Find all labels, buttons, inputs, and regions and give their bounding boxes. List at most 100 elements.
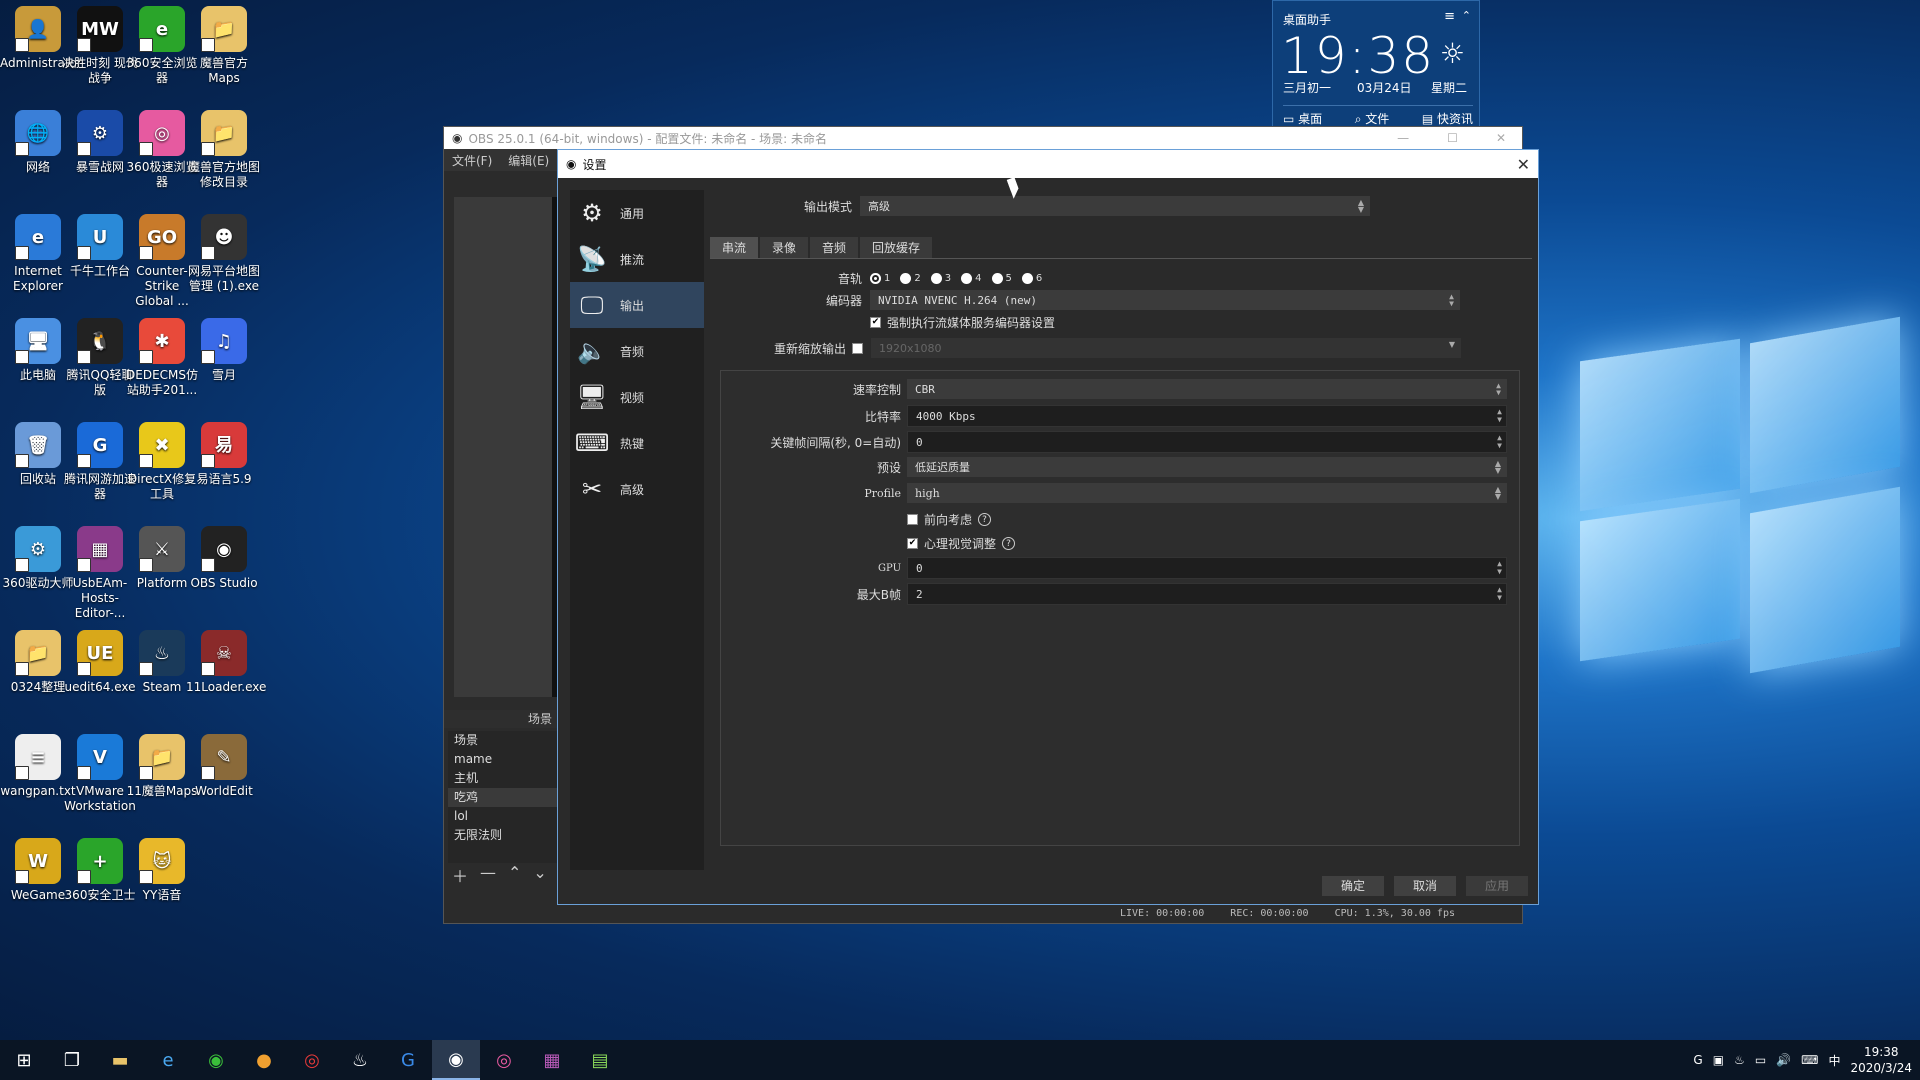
output-tab[interactable]: 回放缓存 [860, 237, 933, 258]
desktop-icon[interactable]: ☻ 网易平台地图管理 (1).exe [186, 208, 262, 294]
task-view-icon[interactable]: ❐ [48, 1040, 96, 1080]
ok-button[interactable]: 确定 [1322, 876, 1384, 896]
scene-list-item[interactable]: 吃鸡 [448, 788, 558, 807]
sidebar-item-label: 高级 [620, 482, 645, 497]
move-up-icon[interactable]: ⌃ [508, 863, 521, 887]
output-tab[interactable]: 音频 [810, 237, 859, 258]
audio-track-radio[interactable]: 5 [991, 273, 1012, 284]
add-icon[interactable]: ＋ [452, 863, 468, 887]
audio-track-radio[interactable]: 2 [900, 273, 921, 284]
start-icon[interactable]: ⊞ [0, 1040, 48, 1080]
preset-select[interactable]: 低延迟质量 ▲ ▼ [907, 457, 1507, 477]
sidebar-item[interactable]: 🖥 视频 [570, 374, 704, 420]
lookahead-checkbox[interactable] [907, 514, 918, 525]
desktop-icon[interactable]: ♫ 雪月 [186, 312, 262, 383]
output-tab[interactable]: 串流 [710, 237, 759, 258]
tray-app-icon[interactable]: ♨ [1734, 1053, 1745, 1067]
desktop-icon[interactable]: ☠ 11Loader.exe [186, 624, 266, 695]
audio-track-radio[interactable]: 6 [1021, 273, 1042, 284]
desktop-icon[interactable]: 易易语言5.9 [186, 416, 262, 487]
volume-icon[interactable]: 🔊 [1776, 1053, 1791, 1067]
help-icon[interactable]: ? [978, 513, 992, 526]
360-speed-browser-icon[interactable]: ◎ [480, 1040, 528, 1080]
cancel-button[interactable]: 取消 [1394, 876, 1456, 896]
media-player-icon[interactable]: ● [240, 1040, 288, 1080]
app-icon: e [15, 214, 61, 260]
file-explorer-icon[interactable]: ▬ [96, 1040, 144, 1080]
help-icon[interactable]: ? [1002, 537, 1016, 550]
widget-title: 桌面助手 [1283, 13, 1332, 27]
netease-music-icon[interactable]: ◎ [288, 1040, 336, 1080]
menu-icon[interactable]: ≡ [1444, 9, 1455, 24]
rescale-checkbox[interactable] [852, 342, 863, 354]
obs-taskbar-icon[interactable]: ◉ [432, 1040, 480, 1080]
apply-button[interactable]: 应用 [1466, 876, 1528, 896]
close-button[interactable]: ✕ [1496, 131, 1506, 145]
scene-list-item[interactable]: 场景 [448, 731, 558, 750]
move-down-icon[interactable]: ⌄ [533, 863, 546, 887]
desktop-icon[interactable]: ✎ WorldEdit [186, 728, 262, 799]
app-icon: 🗑 [15, 422, 61, 468]
audio-track-radio[interactable]: 1 [870, 273, 890, 284]
notepad-icon[interactable]: ▤ [576, 1040, 624, 1080]
sidebar-item[interactable]: ⚙ 通用 [570, 190, 704, 236]
output-mode-select[interactable]: 高级 ▲ ▼ [860, 196, 1370, 216]
sidebar-item[interactable]: ⌨ 热键 [570, 420, 704, 466]
desktop-assistant-widget[interactable]: 桌面助手 ≡ ⌃ 19:38 ☼ 三月初一 03月24日 星期二 ▭ 桌面 ⌕ … [1272, 0, 1480, 128]
winrar-icon[interactable]: ▦ [528, 1040, 576, 1080]
audio-track-radio[interactable]: 3 [930, 273, 951, 284]
rate-control-select[interactable]: CBR ▲ ▼ [907, 379, 1507, 399]
remove-icon[interactable]: — [480, 863, 496, 887]
psycho-visual-checkbox[interactable]: ✔ [907, 538, 918, 549]
maximize-button[interactable]: ☐ [1447, 131, 1458, 145]
monitor-icon: 🖥 [576, 383, 608, 411]
max-bframes-input[interactable]: 2 ▲ ▼ [907, 583, 1507, 605]
ime-indicator[interactable]: 中 [1828, 1052, 1840, 1069]
keyframe-input[interactable]: 0 ▲ ▼ [907, 431, 1507, 453]
enforce-checkbox[interactable]: ✔ [870, 317, 881, 328]
tray-app-icon[interactable]: G [1693, 1053, 1702, 1067]
encoder-select[interactable]: NVIDIA NVENC H.264 (new) ▲ ▼ [870, 290, 1460, 310]
internet-explorer-icon[interactable]: e [144, 1040, 192, 1080]
scene-list-item[interactable]: mame [448, 750, 558, 769]
app-icon: 👤 [15, 6, 61, 52]
desktop-icon[interactable]: 📁 魔兽官方 Maps [186, 0, 262, 86]
desktop-link[interactable]: ▭ 桌面 [1283, 110, 1322, 127]
360-browser-icon[interactable]: ◉ [192, 1040, 240, 1080]
app-icon: 📁 [201, 6, 247, 52]
menu-edit[interactable]: 编辑(E) [508, 152, 549, 169]
gpu-input[interactable]: 0 ▲ ▼ [907, 557, 1507, 579]
sidebar-item[interactable]: ✂ 高级 [570, 466, 704, 512]
sidebar-item[interactable]: 🖵 输出 [570, 282, 704, 328]
close-icon[interactable]: ✕ [1517, 155, 1530, 174]
sidebar-item[interactable]: 📡 推流 [570, 236, 704, 282]
scene-list-item[interactable]: 主机 [448, 769, 558, 788]
tray-clock[interactable]: 19:38 2020/3/24 [1850, 1044, 1912, 1076]
rescale-select: 1920x1080 ▼ [871, 338, 1461, 358]
scene-list-item[interactable]: 无限法则 [448, 826, 558, 845]
desktop-icon[interactable]: 🐱 YY语音 [124, 832, 200, 903]
tray-app-icon[interactable]: ▣ [1713, 1053, 1724, 1067]
minimize-button[interactable]: — [1397, 131, 1409, 145]
output-tab[interactable]: 录像 [760, 237, 809, 258]
scene-list-item[interactable]: lol [448, 807, 558, 826]
steam-icon[interactable]: ♨ [336, 1040, 384, 1080]
app-icon: W [15, 838, 61, 884]
tools-icon: ✂ [581, 475, 603, 503]
file-search-link[interactable]: ⌕ 文件 [1355, 110, 1390, 127]
game-booster-icon[interactable]: G [384, 1040, 432, 1080]
desktop-icon[interactable]: 📁 魔兽官方地图修改目录 [186, 104, 262, 190]
audio-track-radio[interactable]: 4 [961, 273, 982, 284]
chevron-up-icon[interactable]: ⌃ [1462, 9, 1471, 22]
lookahead-label: 前向考虑 [924, 513, 973, 527]
menu-file[interactable]: 文件(F) [452, 152, 492, 169]
sidebar-item-label: 输出 [620, 298, 645, 313]
keyboard-icon[interactable]: ⌨ [1801, 1053, 1818, 1067]
news-link[interactable]: ▤ 快资讯 [1422, 110, 1473, 127]
network-icon[interactable]: ▭ [1755, 1053, 1766, 1067]
profile-select[interactable]: high ▲ ▼ [907, 483, 1507, 503]
bitrate-input[interactable]: 4000 Kbps ▲ ▼ [907, 405, 1507, 427]
desktop-icon[interactable]: ◉ OBS Studio [186, 520, 262, 591]
psycho-visual-label: 心理视觉调整 [924, 537, 997, 551]
sidebar-item[interactable]: 🔈 音频 [570, 328, 704, 374]
